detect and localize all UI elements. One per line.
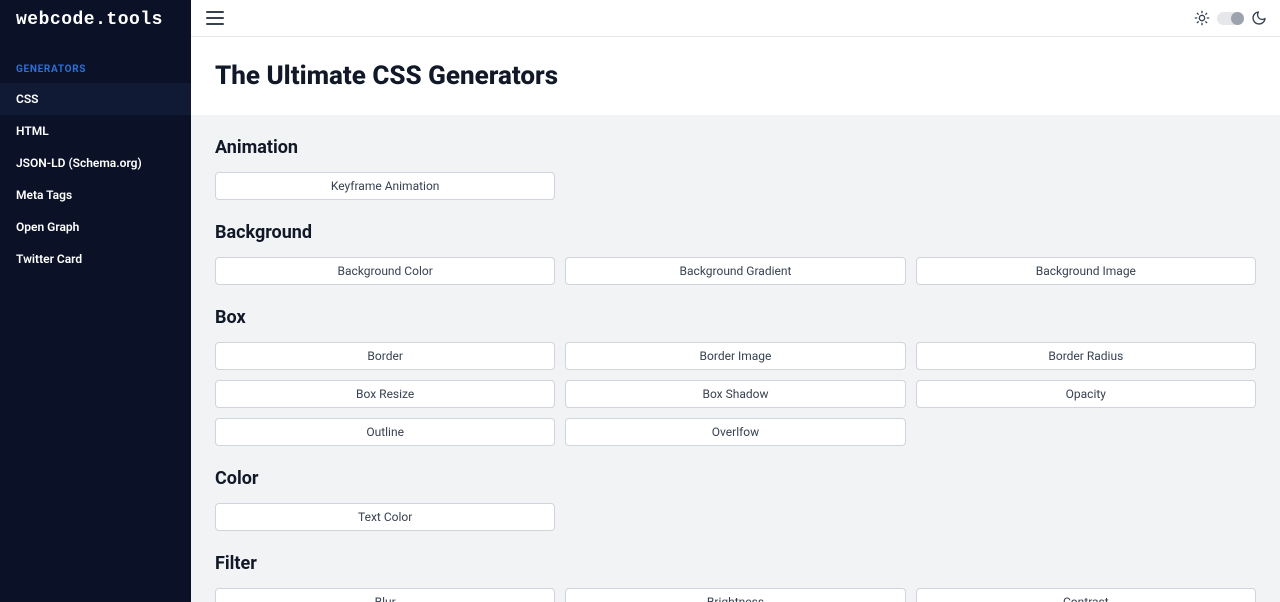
card-text-color[interactable]: Text Color xyxy=(215,503,555,531)
section-filter: Filter Blur Brightness Contrast xyxy=(191,531,1280,602)
grid-box: Border Border Image Border Radius Box Re… xyxy=(215,342,1256,446)
section-box: Box Border Border Image Border Radius Bo… xyxy=(191,285,1280,446)
sidebar-item-twitter-card[interactable]: Twitter Card xyxy=(0,243,191,275)
section-color: Color Text Color xyxy=(191,446,1280,531)
card-blur[interactable]: Blur xyxy=(215,588,555,602)
page-title: The Ultimate CSS Generators xyxy=(215,61,1256,91)
card-background-image[interactable]: Background Image xyxy=(916,257,1256,285)
section-background: Background Background Color Background G… xyxy=(191,200,1280,285)
card-brightness[interactable]: Brightness xyxy=(565,588,905,602)
section-title-box: Box xyxy=(215,307,1256,328)
sidebar-section-label: GENERATORS xyxy=(0,46,191,83)
main: The Ultimate CSS Generators Animation Ke… xyxy=(191,0,1280,602)
card-border-image[interactable]: Border Image xyxy=(565,342,905,370)
sidebar-item-meta-tags[interactable]: Meta Tags xyxy=(0,179,191,211)
card-overflow[interactable]: Overlfow xyxy=(565,418,905,446)
hamburger-icon xyxy=(206,11,224,25)
card-opacity[interactable]: Opacity xyxy=(916,380,1256,408)
card-border[interactable]: Border xyxy=(215,342,555,370)
moon-icon xyxy=(1250,9,1268,27)
grid-animation: Keyframe Animation xyxy=(215,172,1256,200)
card-outline[interactable]: Outline xyxy=(215,418,555,446)
theme-toggle[interactable] xyxy=(1217,12,1244,25)
logo[interactable]: webcode.tools xyxy=(0,0,191,46)
card-box-shadow[interactable]: Box Shadow xyxy=(565,380,905,408)
grid-color: Text Color xyxy=(215,503,1256,531)
card-box-resize[interactable]: Box Resize xyxy=(215,380,555,408)
section-title-animation: Animation xyxy=(215,137,1256,158)
sidebar-item-css[interactable]: CSS xyxy=(0,83,191,115)
sun-icon xyxy=(1193,9,1211,27)
toggle-knob xyxy=(1231,12,1244,25)
theme-controls xyxy=(1193,9,1268,27)
section-animation: Animation Keyframe Animation xyxy=(191,115,1280,200)
sidebar-item-open-graph[interactable]: Open Graph xyxy=(0,211,191,243)
card-background-gradient[interactable]: Background Gradient xyxy=(565,257,905,285)
sidebar-item-html[interactable]: HTML xyxy=(0,115,191,147)
card-border-radius[interactable]: Border Radius xyxy=(916,342,1256,370)
page-title-wrap: The Ultimate CSS Generators xyxy=(191,37,1280,115)
section-title-color: Color xyxy=(215,468,1256,489)
section-title-filter: Filter xyxy=(215,553,1256,574)
sidebar: webcode.tools GENERATORS CSS HTML JSON-L… xyxy=(0,0,191,602)
card-contrast[interactable]: Contrast xyxy=(916,588,1256,602)
grid-filter: Blur Brightness Contrast xyxy=(215,588,1256,602)
content: The Ultimate CSS Generators Animation Ke… xyxy=(191,37,1280,602)
menu-toggle-button[interactable] xyxy=(203,6,227,30)
section-title-background: Background xyxy=(215,222,1256,243)
card-keyframe-animation[interactable]: Keyframe Animation xyxy=(215,172,555,200)
grid-background: Background Color Background Gradient Bac… xyxy=(215,257,1256,285)
topbar xyxy=(191,0,1280,37)
sidebar-item-jsonld[interactable]: JSON-LD (Schema.org) xyxy=(0,147,191,179)
card-background-color[interactable]: Background Color xyxy=(215,257,555,285)
